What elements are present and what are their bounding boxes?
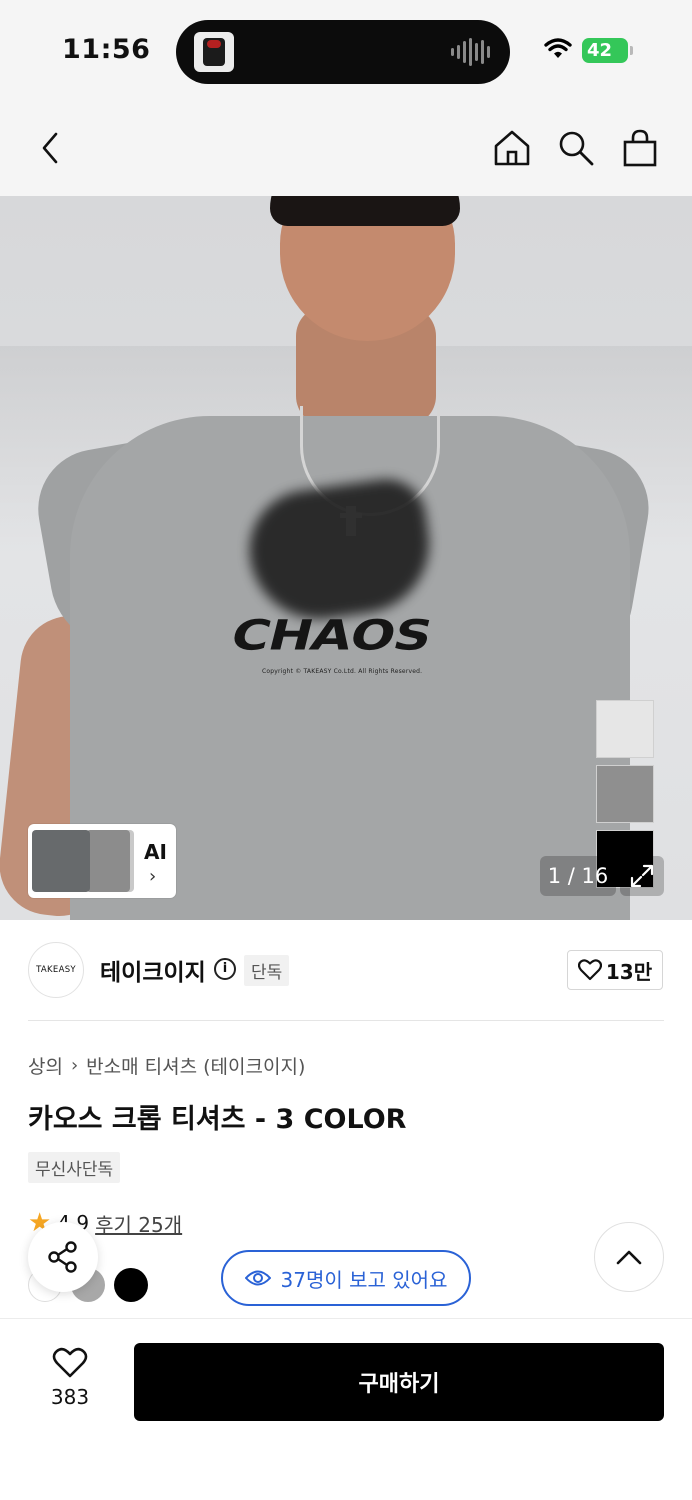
eye-icon (244, 1270, 271, 1286)
exclusive-badge: 단독 (244, 955, 290, 986)
heart-icon (52, 1347, 88, 1378)
search-icon (559, 131, 594, 166)
color-swatch-gray[interactable] (596, 765, 654, 823)
cart-button[interactable] (620, 128, 660, 168)
home-icon (494, 130, 530, 166)
share-icon (48, 1241, 77, 1273)
status-time: 11:56 (62, 34, 151, 65)
image-page-counter: 1 / 16 (540, 856, 616, 896)
ai-label: AI (144, 840, 167, 864)
chevron-right-icon: › (70, 1055, 79, 1076)
chevron-right-icon: › (149, 866, 157, 887)
model-hair (270, 196, 460, 226)
musinsa-exclusive-badge: 무신사단독 (28, 1152, 121, 1183)
audio-waveform-icon (451, 38, 490, 66)
now-playing-artwork (194, 32, 234, 72)
home-button[interactable] (492, 128, 532, 168)
chevron-left-icon (42, 132, 58, 164)
scroll-top-button[interactable] (594, 1222, 664, 1292)
chevron-up-icon (616, 1250, 642, 1265)
expand-icon (630, 864, 654, 888)
wishlist-button[interactable]: 383 (40, 1347, 100, 1409)
battery-level: 42 (587, 40, 613, 61)
wishlist-count: 383 (50, 1385, 90, 1409)
product-image-carousel[interactable]: CHAOS Copyright © TAKEASY Co.Ltd. All Ri… (0, 196, 692, 920)
ai-styling-button[interactable]: AI › (28, 824, 176, 898)
color-option-black[interactable] (114, 1268, 148, 1302)
search-button[interactable] (556, 128, 596, 168)
divider (28, 1020, 664, 1021)
shopping-bag-icon (623, 129, 657, 167)
review-link[interactable]: 후기 25개 (95, 1209, 182, 1238)
breadcrumb-item[interactable]: 상의 (28, 1052, 63, 1079)
heart-icon (577, 959, 602, 981)
live-viewers-text: 37명이 보고 있어요 (280, 1267, 448, 1292)
shirt-graphic-text: CHAOS (226, 612, 437, 660)
fullscreen-button[interactable] (620, 856, 664, 896)
buy-button[interactable]: 구매하기 (134, 1343, 664, 1421)
product-title: 카오스 크롭 티셔츠 - 3 COLOR (28, 1104, 407, 1135)
wifi-icon (544, 38, 572, 58)
back-button[interactable] (30, 128, 70, 168)
ai-thumbnail (86, 830, 130, 892)
top-nav (0, 100, 692, 196)
bottom-action-bar: 383 구매하기 (0, 1318, 692, 1500)
dynamic-island[interactable] (176, 20, 510, 84)
status-bar: 11:56 42 (0, 0, 692, 100)
battery-indicator: 42 (582, 38, 633, 63)
ai-thumbnail (32, 830, 90, 892)
color-swatch-light-gray[interactable] (596, 700, 654, 758)
brand-like-button[interactable]: 13만 (567, 950, 663, 990)
share-button[interactable] (28, 1222, 98, 1292)
breadcrumb-item[interactable]: 반소매 티셔츠 (테이크이지) (86, 1052, 305, 1079)
live-viewers-badge: 37명이 보고 있어요 (221, 1250, 471, 1306)
breadcrumb: 상의 › 반소매 티셔츠 (테이크이지) (28, 1052, 305, 1079)
info-icon[interactable]: i (214, 958, 236, 980)
brand-logo[interactable]: TAKEASY (28, 942, 84, 998)
shirt-graphic-copyright: Copyright © TAKEASY Co.Ltd. All Rights R… (262, 668, 423, 675)
brand-like-count: 13만 (605, 959, 653, 984)
brand-name[interactable]: 테이크이지 (100, 953, 206, 987)
